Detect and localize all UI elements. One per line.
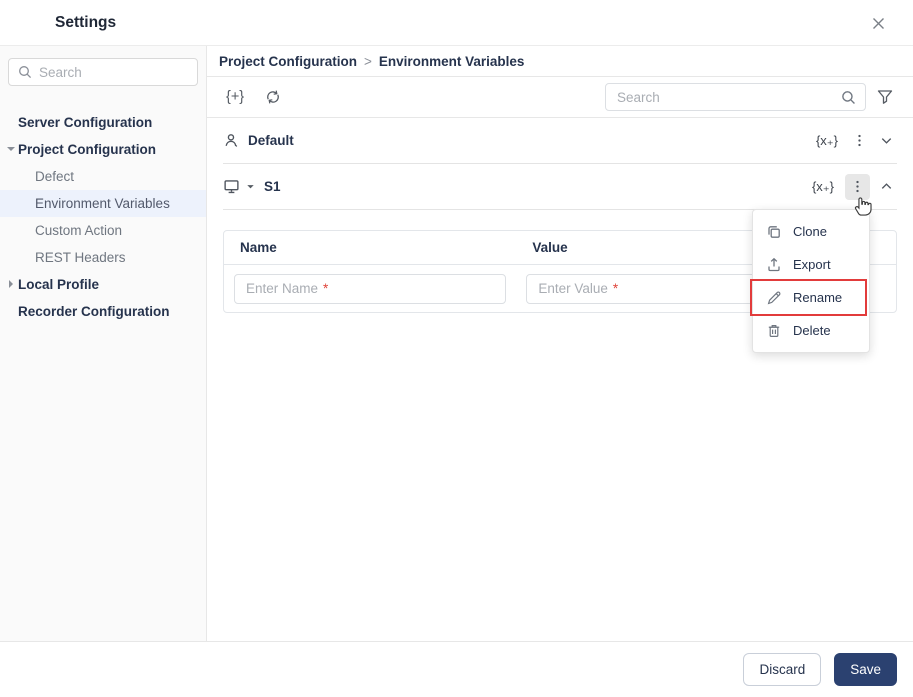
- search-icon: [840, 89, 857, 106]
- kebab-icon: [852, 133, 867, 148]
- save-button[interactable]: Save: [834, 653, 897, 686]
- user-icon: [223, 132, 240, 149]
- refresh-button[interactable]: [262, 86, 284, 108]
- breadcrumb: Project Configuration > Environment Vari…: [207, 46, 913, 77]
- monitor-icon: [223, 178, 240, 195]
- filter-button[interactable]: [874, 86, 896, 108]
- close-button[interactable]: [868, 13, 888, 33]
- hand-cursor-icon: [853, 194, 876, 217]
- add-variable-set-icon: {+}: [226, 89, 245, 105]
- breadcrumb-environment-variables: Environment Variables: [378, 53, 525, 69]
- export-icon: [766, 257, 782, 273]
- kebab-icon: [850, 179, 865, 194]
- add-variable-set-button[interactable]: {+}: [222, 87, 248, 107]
- chevron-up-icon: [879, 179, 894, 194]
- breadcrumb-project-configuration[interactable]: Project Configuration: [219, 54, 357, 69]
- environment-sets: Default {x₊} S1 {x₊} Name Value Enter Na…: [207, 118, 913, 641]
- caret-right-icon: [5, 278, 17, 290]
- env-set-row-default: Default {x₊}: [223, 118, 897, 164]
- sidebar-item-local-profile[interactable]: Local Profile: [0, 271, 206, 298]
- section-context-menu: Clone Export Rename Delete: [750, 209, 870, 353]
- menu-item-export[interactable]: Export: [753, 248, 869, 281]
- settings-dialog: Settings Server Configuration Pro: [0, 0, 913, 697]
- sidebar-item-custom-action[interactable]: Custom Action: [0, 217, 206, 244]
- sidebar-nav: Server Configuration Project Configurati…: [0, 109, 206, 325]
- add-variable-button[interactable]: {x₊}: [807, 176, 839, 198]
- close-icon: [871, 16, 886, 31]
- env-set-row-s1: S1 {x₊}: [223, 164, 897, 210]
- clone-icon: [766, 224, 782, 240]
- variable-add-icon: {x₊}: [815, 132, 838, 148]
- filter-icon: [876, 88, 894, 106]
- sidebar-item-environment-variables[interactable]: Environment Variables: [0, 190, 206, 217]
- column-header-name: Name: [240, 240, 277, 255]
- collapse-section-button[interactable]: [876, 176, 897, 197]
- caret-down-icon[interactable]: [245, 181, 256, 192]
- dialog-title: Settings: [55, 13, 117, 31]
- menu-item-delete[interactable]: Delete: [753, 314, 869, 347]
- main-panel: Project Configuration > Environment Vari…: [207, 46, 913, 641]
- sidebar-item-project-configuration[interactable]: Project Configuration: [0, 136, 206, 163]
- rename-icon: [766, 290, 782, 306]
- refresh-icon: [264, 88, 282, 106]
- dialog-header: Settings: [0, 0, 913, 46]
- discard-button[interactable]: Discard: [743, 653, 822, 686]
- add-variable-button[interactable]: {x₊}: [811, 130, 843, 152]
- dialog-footer: Discard Save: [0, 641, 913, 697]
- name-input[interactable]: Enter Name *: [234, 273, 506, 304]
- required-asterisk: *: [612, 281, 619, 296]
- sidebar-item-rest-headers[interactable]: REST Headers: [0, 244, 206, 271]
- menu-item-rename[interactable]: Rename: [750, 279, 869, 316]
- caret-down-icon: [5, 143, 17, 155]
- menu-item-clone[interactable]: Clone: [753, 215, 869, 248]
- sidebar-item-server-configuration[interactable]: Server Configuration: [0, 109, 206, 136]
- sidebar-item-recorder-configuration[interactable]: Recorder Configuration: [0, 298, 206, 325]
- sidebar-item-defect[interactable]: Defect: [0, 163, 206, 190]
- env-set-name: S1: [264, 179, 281, 194]
- kebab-menu-button[interactable]: [849, 130, 870, 151]
- variables-search-input[interactable]: [605, 83, 866, 111]
- settings-sidebar: Server Configuration Project Configurati…: [0, 46, 207, 641]
- search-icon: [17, 64, 33, 80]
- sidebar-search-input[interactable]: [8, 58, 198, 86]
- required-asterisk: *: [323, 281, 329, 296]
- toolbar: {+}: [207, 77, 913, 118]
- breadcrumb-separator: >: [364, 53, 372, 69]
- variable-add-icon: {x₊}: [811, 178, 834, 194]
- expand-section-button[interactable]: [876, 130, 897, 151]
- env-set-name: Default: [248, 133, 294, 148]
- chevron-down-icon: [879, 133, 894, 148]
- delete-icon: [766, 323, 782, 339]
